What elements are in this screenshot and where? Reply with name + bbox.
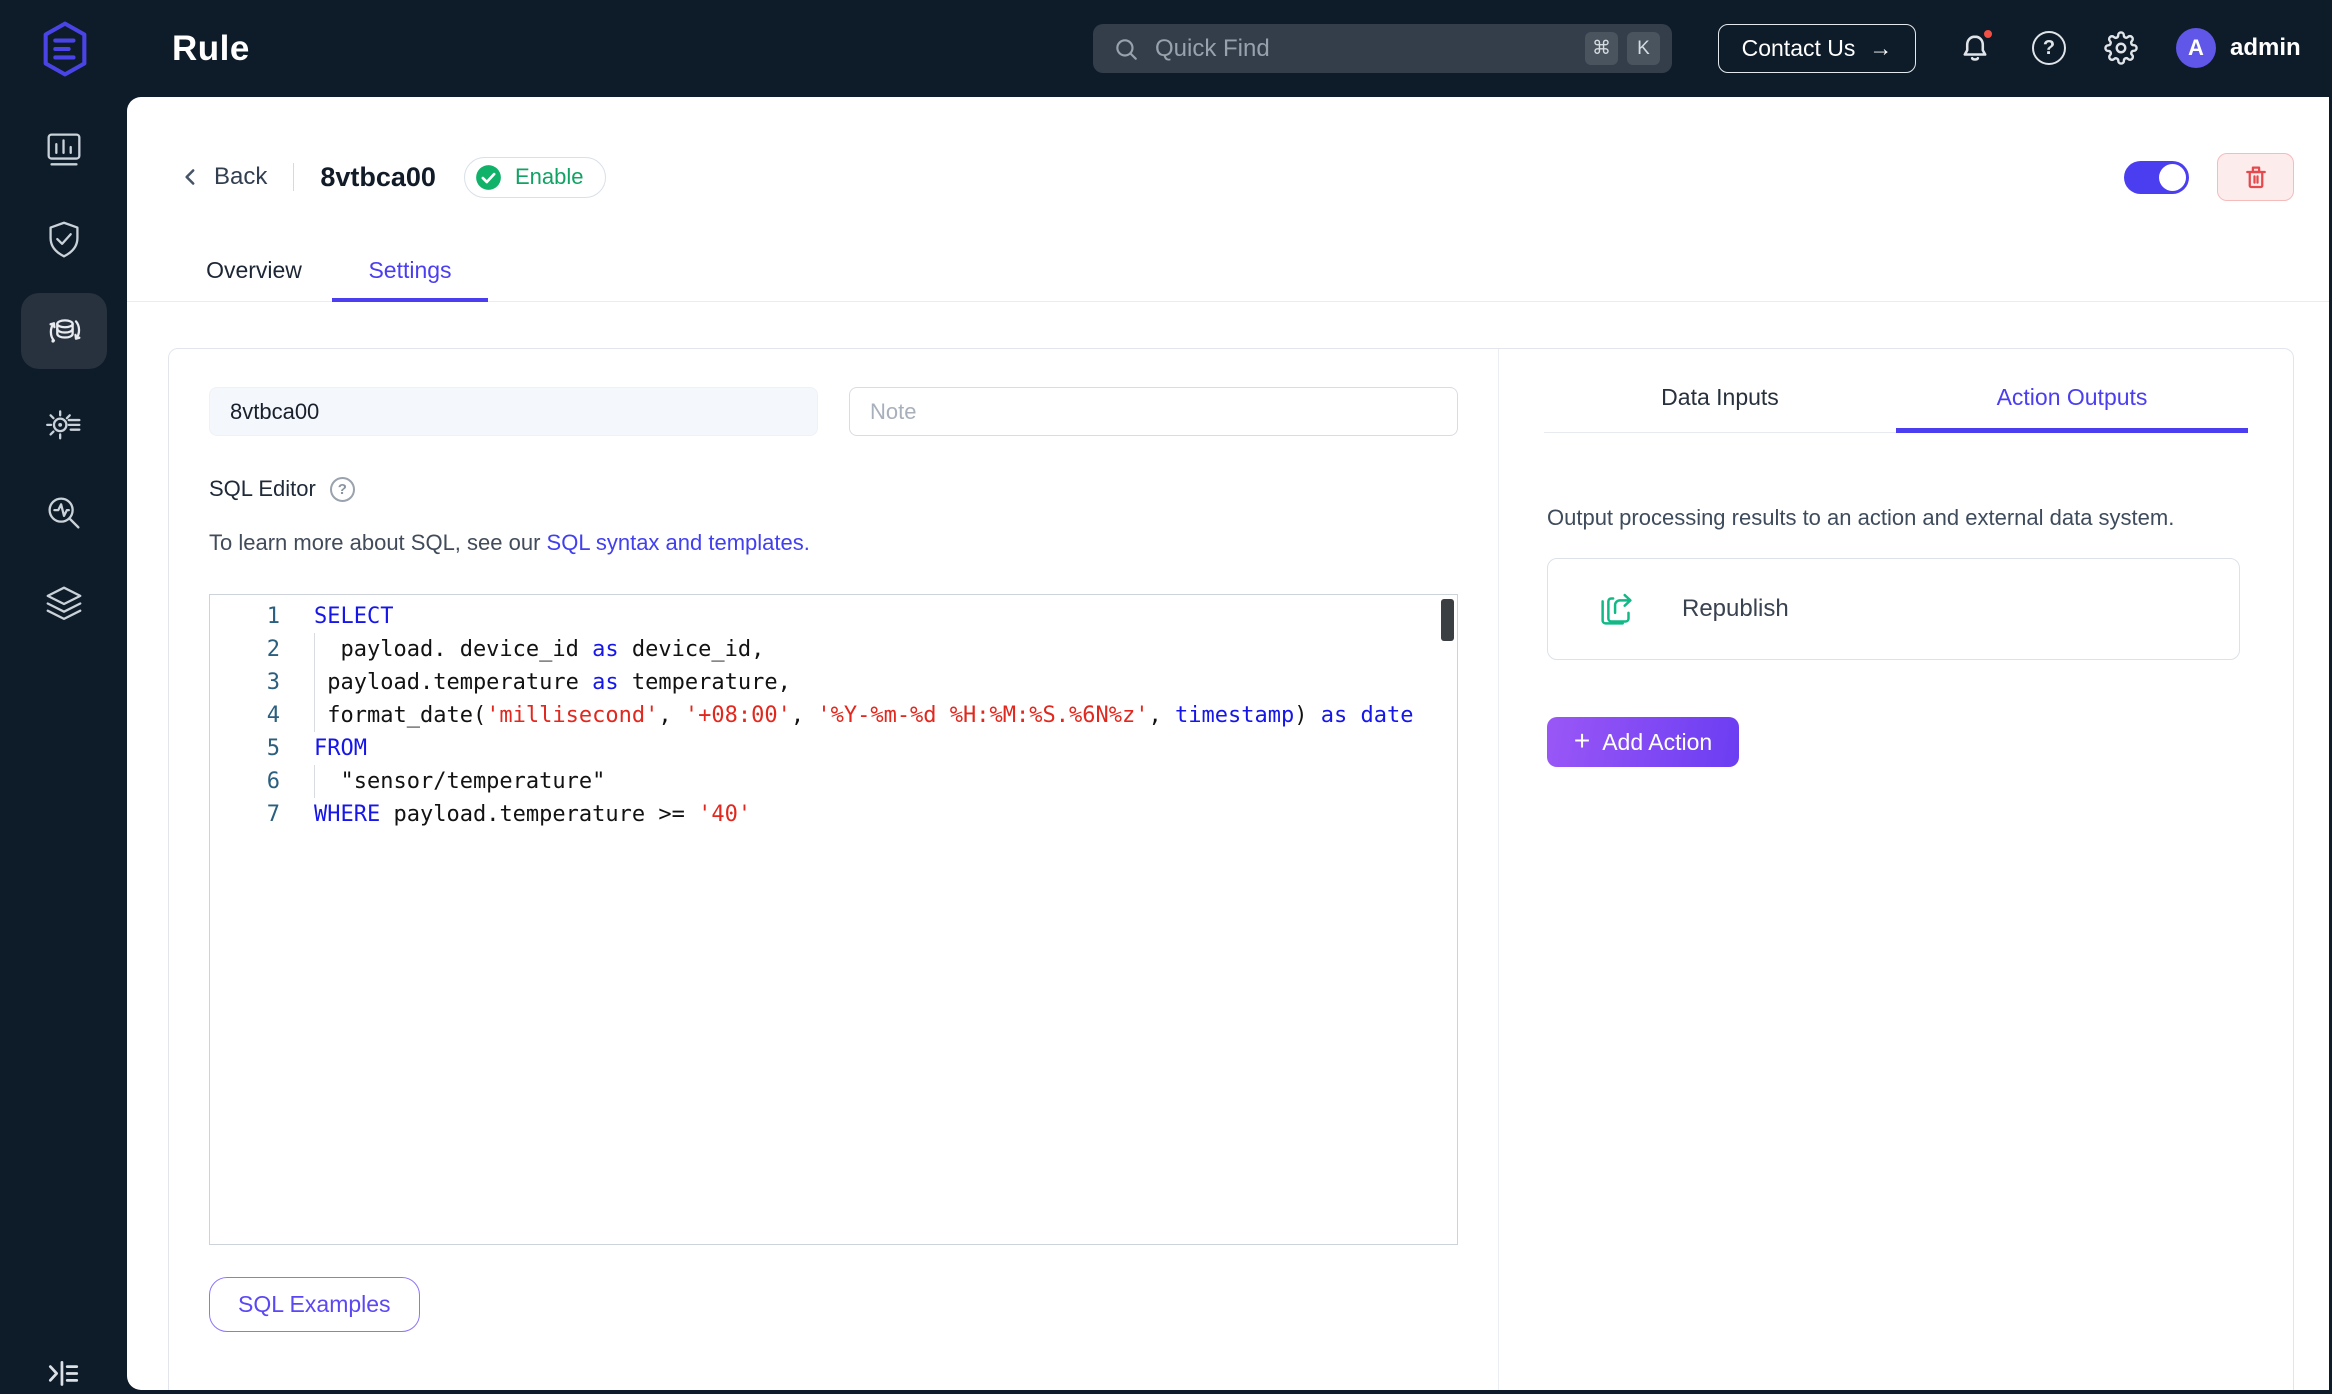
outputs-tabs: Data Inputs Action Outputs [1544, 363, 2248, 433]
editor-scrollbar-thumb[interactable] [1441, 599, 1454, 641]
shield-check-icon [48, 221, 79, 258]
chevron-left-icon [185, 169, 195, 185]
avatar[interactable]: A [2176, 28, 2216, 68]
collapse-sidebar-button[interactable] [44, 1356, 82, 1392]
notification-dot [1981, 27, 1995, 41]
line-number: 5 [266, 736, 280, 761]
tab-overview[interactable]: Overview [176, 239, 332, 301]
main-panel: Back 8vtbca00 Enable Overview Settings 8… [127, 97, 2329, 1390]
help-icon: ? [2042, 36, 2056, 59]
code-line: 1 SELECT [210, 600, 1457, 633]
code-line: 2 payload. device_id as device_id, [210, 633, 1457, 666]
page-title: Rule [172, 28, 250, 68]
question-circle-icon[interactable]: ? [329, 476, 355, 502]
app-logo-icon[interactable] [36, 20, 94, 78]
toggle-knob [2159, 163, 2186, 191]
action-item-republish[interactable]: Republish [1547, 558, 2240, 660]
sidebar-item-extensions[interactable] [21, 566, 107, 642]
outputs-description: Output processing results to an action a… [1547, 505, 2175, 530]
rule-id: 8vtbca00 [320, 161, 436, 192]
status-badge: Enable [463, 156, 607, 198]
check-circle-icon [476, 164, 501, 190]
header-divider [293, 163, 295, 191]
tab-settings[interactable]: Settings [332, 239, 488, 302]
trash-icon [2245, 166, 2266, 189]
note-input[interactable] [849, 387, 1458, 436]
quick-find-search[interactable]: ⌘ K [1093, 24, 1672, 73]
sidebar-item-diagnose[interactable] [21, 475, 107, 551]
gear-icon [2104, 31, 2138, 65]
code-line: 4 format_date('millisecond', '+08:00', '… [210, 699, 1457, 732]
rule-engine-icon [48, 319, 80, 343]
username: admin [2230, 34, 2301, 61]
layers-icon [46, 586, 81, 621]
line-number: 6 [266, 769, 280, 794]
outputs-section: Data Inputs Action Outputs Output proces… [1499, 349, 2293, 1390]
back-label: Back [214, 163, 268, 190]
line-number: 3 [266, 670, 280, 695]
sql-code-editor[interactable]: 1 SELECT 2 payload. device_id as device_id… [209, 594, 1458, 1245]
back-button[interactable]: Back [178, 163, 267, 191]
monitoring-icon [47, 497, 80, 529]
plus-icon: + [1573, 725, 1591, 756]
code-line: 6 "sensor/temperature" [210, 765, 1457, 798]
search-input[interactable] [1155, 34, 1576, 63]
line-number: 4 [266, 703, 280, 728]
sidebar-item-management[interactable] [21, 384, 107, 460]
code-line: 5 FROM [210, 732, 1457, 765]
search-icon [1116, 38, 1137, 60]
line-number: 7 [266, 802, 280, 827]
sql-syntax-link[interactable]: SQL syntax and templates. [547, 530, 810, 555]
sql-editor-label: SQL Editor [209, 476, 316, 501]
settings-button[interactable] [2104, 31, 2138, 65]
shortcut-k-key: K [1627, 32, 1660, 65]
enable-toggle[interactable] [2124, 160, 2189, 194]
republish-icon [1601, 593, 1632, 625]
settings-card: SQL Editor ? To learn more about SQL, se… [168, 348, 2294, 1390]
status-badge-label: Enable [514, 164, 584, 189]
line-number: 2 [266, 637, 280, 662]
shortcut-cmd-key: ⌘ [1585, 32, 1618, 65]
line-number: 1 [266, 604, 280, 629]
tab-action-outputs[interactable]: Action Outputs [1896, 363, 2248, 433]
contact-us-button[interactable]: Contact Us → [1718, 24, 1916, 73]
sidebar-item-dashboard[interactable] [21, 111, 107, 187]
tab-data-inputs[interactable]: Data Inputs [1544, 363, 1896, 432]
sidebar [0, 97, 127, 1394]
delete-rule-button[interactable] [2217, 153, 2294, 201]
notifications-button[interactable] [1958, 27, 1995, 65]
gear-config-icon [45, 410, 80, 440]
code-line: 3 payload.temperature as temperature, [210, 666, 1457, 699]
rule-name-input[interactable] [209, 387, 818, 436]
sql-examples-button[interactable]: SQL Examples [209, 1277, 420, 1332]
arrow-right-icon: → [1869, 35, 1893, 61]
code-lines: 1 SELECT 2 payload. device_id as device_id… [210, 600, 1457, 831]
sidebar-item-rule-engine[interactable] [20, 293, 107, 369]
collapse-sidebar-icon [48, 1361, 79, 1386]
sql-help-text: To learn more about SQL, see our SQL syn… [209, 530, 810, 555]
sidebar-item-access-control[interactable] [21, 202, 107, 278]
rule-tabs: Overview Settings [127, 239, 2329, 302]
dashboard-icon [47, 133, 80, 166]
topbar: Rule ⌘ K Contact Us → ? [0, 0, 2332, 97]
action-label: Republish [1682, 595, 1789, 622]
sql-section: SQL Editor ? To learn more about SQL, se… [169, 349, 1499, 1390]
add-action-button[interactable]: + Add Action [1547, 717, 1739, 767]
code-line: 7 WHERE payload.temperature >= '40' [210, 798, 1457, 831]
page-header: Back 8vtbca00 Enable [178, 149, 2294, 205]
help-button[interactable]: ? [2032, 31, 2066, 65]
